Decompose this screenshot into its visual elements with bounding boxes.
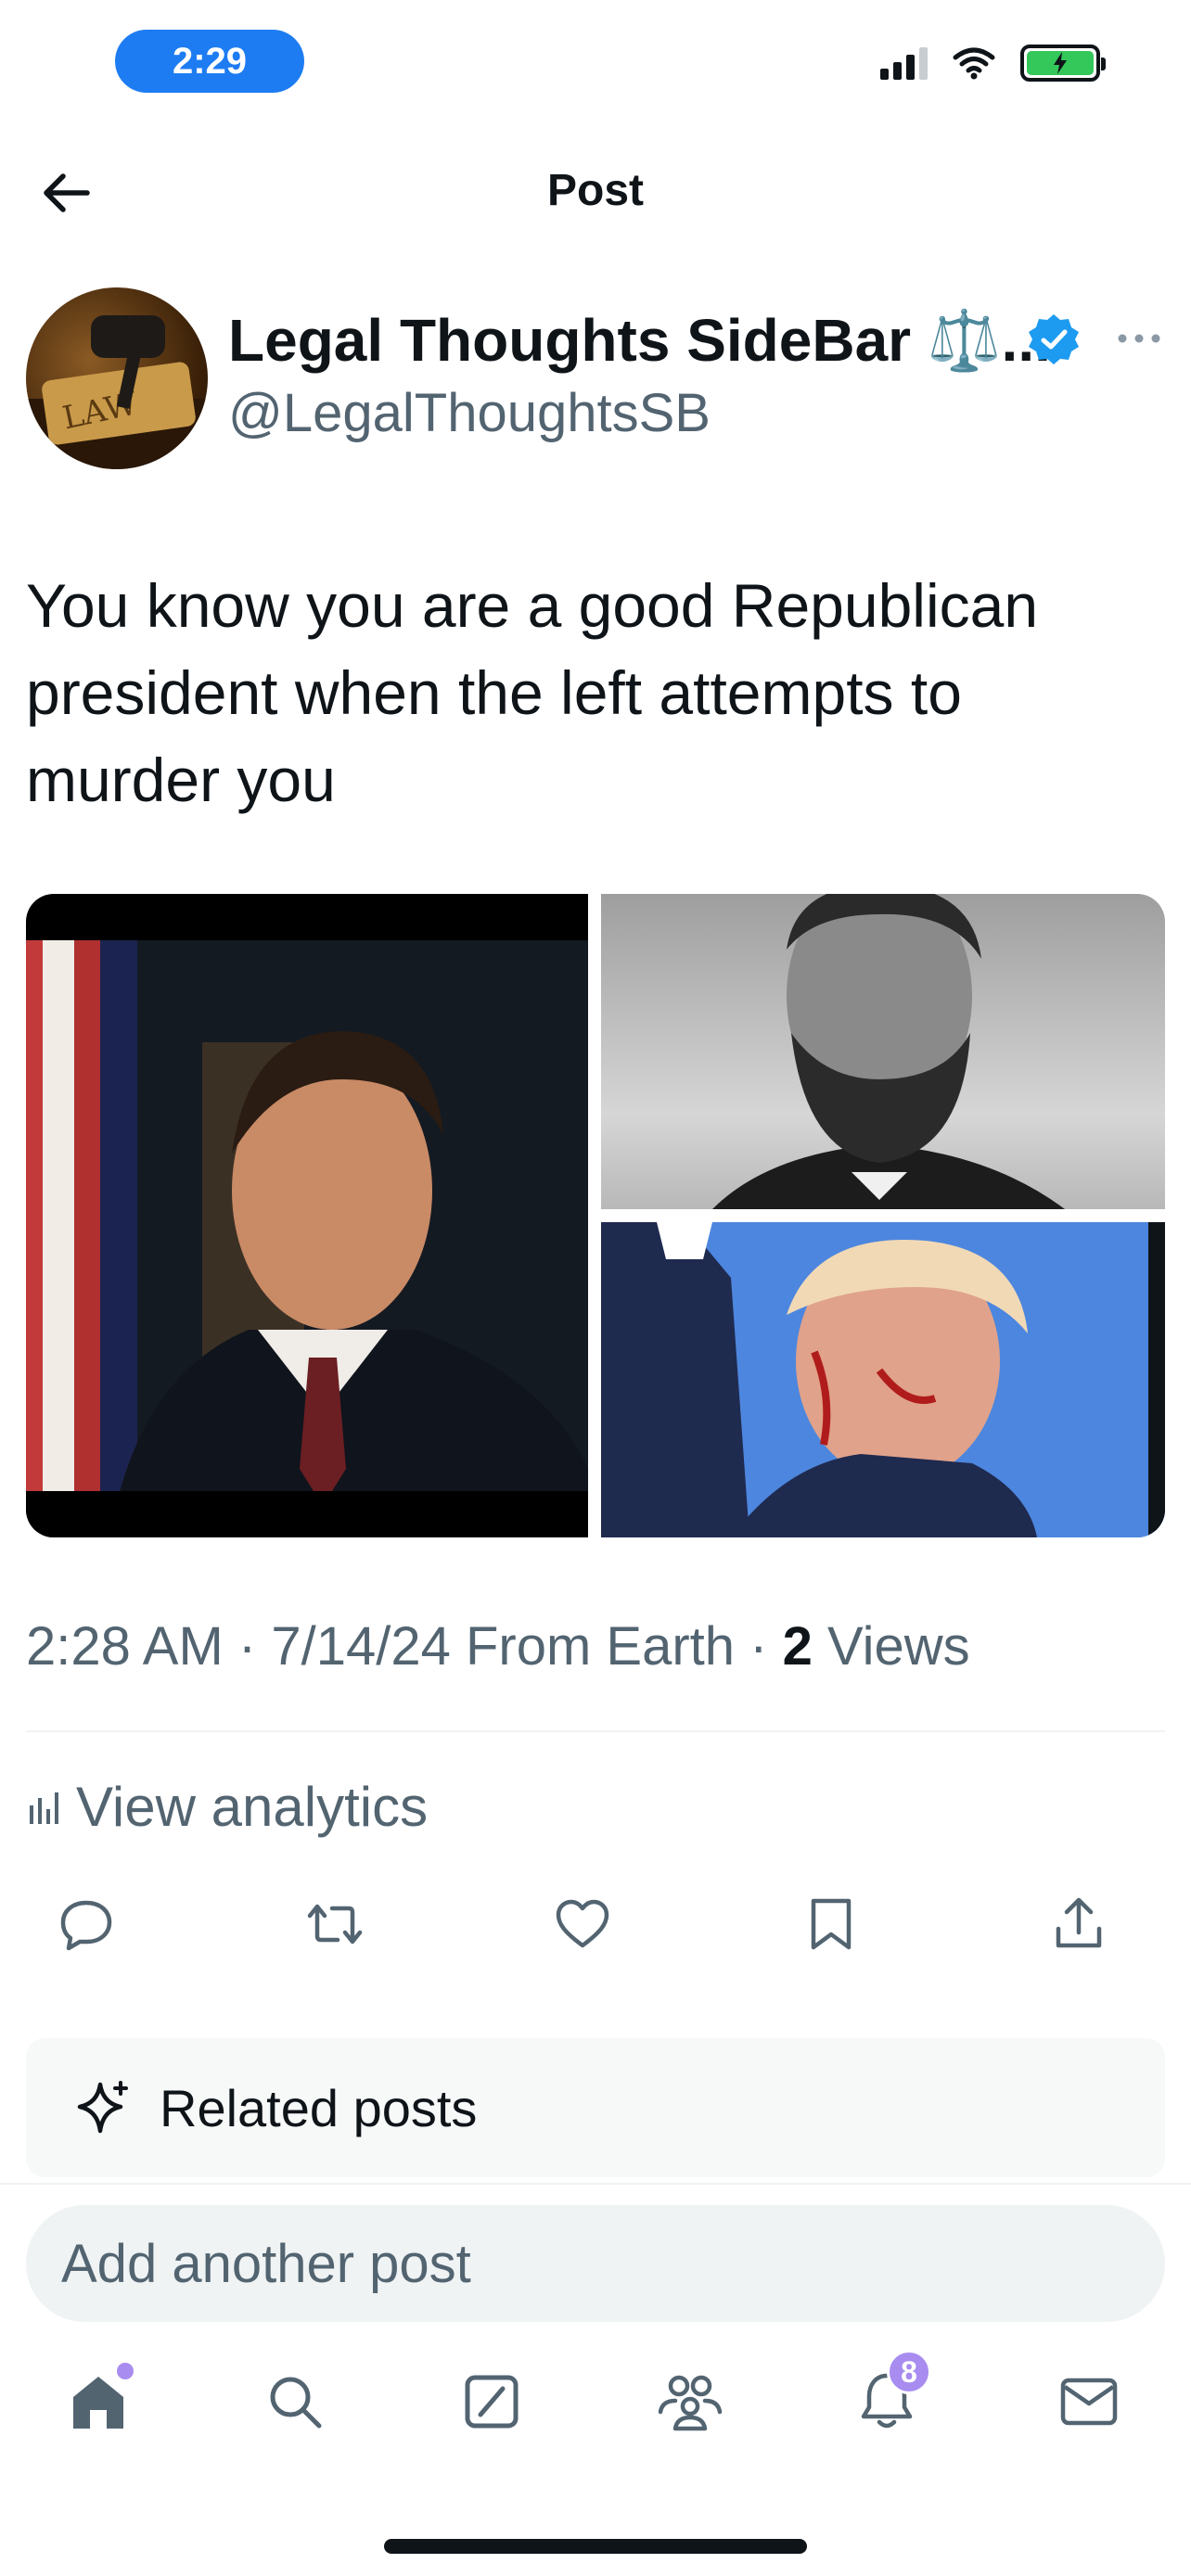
share-button[interactable] xyxy=(1046,1892,1111,1957)
like-icon xyxy=(556,1899,609,1948)
avatar[interactable]: LAW xyxy=(26,287,208,469)
battery-icon xyxy=(1020,45,1106,82)
post-media-grid xyxy=(26,894,1165,1537)
tab-communities[interactable] xyxy=(653,2365,727,2439)
status-time: 2:29 xyxy=(115,30,304,93)
post-timestamp: 2:28 AM · 7/14/24 From Earth · xyxy=(26,1616,783,1677)
post-actions xyxy=(54,1892,1111,1957)
charging-bolt-icon xyxy=(1054,52,1067,74)
home-unread-dot xyxy=(117,2363,134,2379)
divider xyxy=(0,2183,1191,2185)
post-image-1[interactable] xyxy=(26,894,588,1537)
notifications-badge: 8 xyxy=(887,2350,931,2394)
cellular-signal-icon xyxy=(880,46,928,80)
mail-icon xyxy=(1060,2378,1118,2426)
sparkle-icon xyxy=(77,2081,128,2134)
post-image-3[interactable] xyxy=(601,1222,1165,1537)
post-text: You know you are a good Republican presi… xyxy=(26,571,1039,814)
bottom-tab-bar: 8 xyxy=(0,2350,1191,2457)
post-image-2[interactable] xyxy=(601,894,1165,1209)
reply-button[interactable] xyxy=(54,1892,119,1957)
home-icon xyxy=(73,2377,123,2429)
more-options-icon[interactable] xyxy=(1113,325,1165,352)
add-another-post-input[interactable]: Add another post xyxy=(26,2205,1165,2322)
communities-icon xyxy=(658,2375,723,2431)
repost-button[interactable] xyxy=(302,1892,367,1957)
author-name[interactable]: Legal Thoughts SideBar ⚖️... xyxy=(228,306,1051,376)
bookmark-button[interactable] xyxy=(799,1892,864,1957)
tab-grok[interactable] xyxy=(455,2365,529,2439)
view-analytics-link[interactable]: View analytics xyxy=(26,1775,428,1839)
tab-messages[interactable] xyxy=(1052,2365,1126,2439)
tab-search[interactable] xyxy=(258,2365,332,2439)
verified-badge-icon xyxy=(1029,314,1079,364)
gavel-avatar-image: LAW xyxy=(26,315,208,469)
repost-icon xyxy=(307,1904,362,1945)
tab-notifications[interactable]: 8 xyxy=(850,2350,931,2439)
grok-icon xyxy=(465,2375,519,2429)
author-handle[interactable]: @LegalThoughtsSB xyxy=(228,382,711,444)
analytics-icon xyxy=(30,1792,58,1824)
home-indicator xyxy=(384,2539,807,2554)
like-button[interactable] xyxy=(550,1892,615,1957)
post-metadata: 2:28 AM · 7/14/24 From Earth · 2 Views xyxy=(26,1615,970,1677)
views-label: Views xyxy=(812,1616,970,1677)
related-posts-button[interactable]: Related posts xyxy=(26,2038,1165,2177)
search-icon xyxy=(270,2377,322,2429)
tab-home[interactable] xyxy=(61,2363,135,2439)
status-icons xyxy=(880,45,1106,82)
wifi-icon xyxy=(953,47,995,80)
reply-icon xyxy=(60,1900,112,1951)
bookmark-icon xyxy=(811,1898,851,1950)
views-count: 2 xyxy=(782,1616,813,1677)
divider xyxy=(26,1730,1165,1732)
view-analytics-label: View analytics xyxy=(76,1776,429,1838)
related-posts-label: Related posts xyxy=(160,2078,478,2137)
page-title: Post xyxy=(546,166,644,215)
share-icon xyxy=(1056,1897,1102,1948)
